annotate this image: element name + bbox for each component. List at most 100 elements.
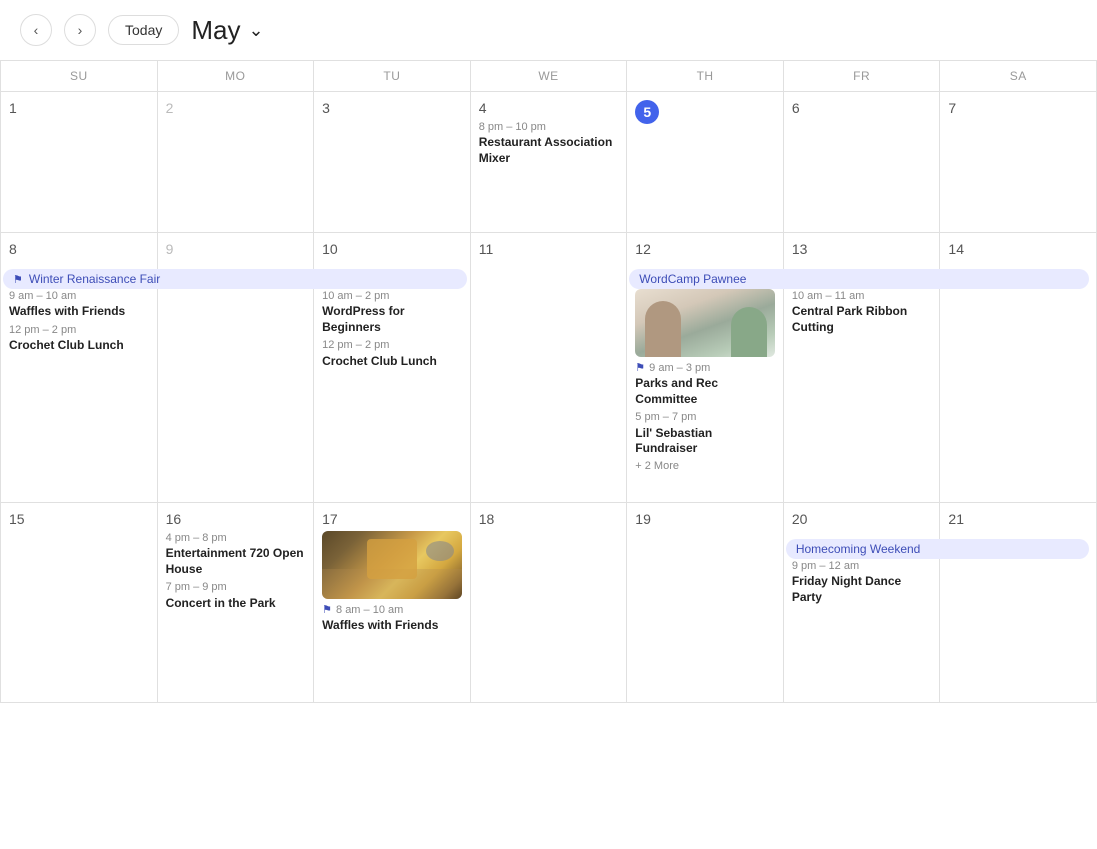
month-chevron: ⌄ [248, 20, 263, 41]
event-time: 7 pm – 9 pm [166, 580, 306, 594]
day-header-su: SU [1, 61, 158, 92]
day-17: 17 ⚑8 am – 10 am Waffles with Friends [314, 503, 471, 702]
month-title[interactable]: May ⌄ [191, 15, 263, 46]
day-number: 16 [166, 511, 306, 527]
day-number: 20 [792, 511, 932, 527]
event-homecoming[interactable]: Homecoming Weekend [786, 539, 1089, 559]
event-title: WordPress for Beginners [322, 304, 462, 335]
day-21: 21 [940, 503, 1097, 702]
more-events-link[interactable]: + 2 More [635, 460, 775, 472]
day-number: 13 [792, 241, 932, 257]
event-time: 10 am – 11 am [792, 289, 932, 303]
event-friday-night[interactable]: 9 pm – 12 am Friday Night Dance Party [792, 559, 932, 605]
event-time: 10 am – 2 pm [322, 289, 462, 303]
event-title: Entertainment 720 Open House [166, 546, 306, 577]
day-3: 3 [314, 92, 471, 232]
event-title: Waffles with Friends [9, 304, 149, 320]
day-number: 12 [635, 241, 775, 257]
day-number: 11 [479, 241, 619, 257]
week-1: 1 2 3 4 8 pm – 10 pm Restaurant Associat… [1, 92, 1097, 233]
day-number: 19 [635, 511, 775, 527]
event-time: 4 pm – 8 pm [166, 531, 306, 545]
day-6: 6 [784, 92, 941, 232]
day-number: 21 [948, 511, 1088, 527]
event-parks[interactable]: ⚑9 am – 3 pm Parks and Rec Committee [635, 361, 775, 407]
event-title: Crochet Club Lunch [9, 338, 149, 354]
day-number: 2 [166, 100, 306, 116]
event-time: ⚑8 am – 10 am [322, 603, 462, 617]
event-time: 8 pm – 10 pm [479, 120, 619, 134]
day-7: 7 [940, 92, 1097, 232]
today-button[interactable]: Today [108, 15, 179, 45]
event-crochet-10[interactable]: 12 pm – 2 pm Crochet Club Lunch [322, 338, 462, 369]
prev-button[interactable]: ‹ [20, 14, 52, 46]
month-label: May [191, 15, 240, 46]
event-time: ⚑9 am – 3 pm [635, 361, 775, 375]
event-photo-people [635, 289, 775, 357]
day-number: 8 [9, 241, 149, 257]
event-sebastian[interactable]: 5 pm – 7 pm Lil' Sebastian Fundraiser [635, 410, 775, 456]
day-header-we: WE [471, 61, 628, 92]
event-wordpress[interactable]: 10 am – 2 pm WordPress for Beginners [322, 289, 462, 335]
event-concert[interactable]: 7 pm – 9 pm Concert in the Park [166, 580, 306, 611]
event-title: Restaurant Association Mixer [479, 135, 619, 166]
event-banner-title: WordCamp Pawnee [639, 272, 746, 286]
event-banner-title: Winter Renaissance Fair [29, 272, 160, 286]
event-winter-renaissance[interactable]: ⚑ Winter Renaissance Fair [3, 269, 467, 289]
next-button[interactable]: › [64, 14, 96, 46]
day-header-fr: FR [784, 61, 941, 92]
day-16: 16 4 pm – 8 pm Entertainment 720 Open Ho… [158, 503, 315, 702]
day-number: 4 [479, 100, 619, 116]
day-number-today: 5 [635, 100, 659, 124]
event-photo-waffle [322, 531, 462, 599]
event-ribbon[interactable]: 10 am – 11 am Central Park Ribbon Cuttin… [792, 289, 932, 335]
event-title: Central Park Ribbon Cutting [792, 304, 932, 335]
event-title: Concert in the Park [166, 596, 306, 612]
day-headers-row: SU MO TU WE TH FR SA [1, 61, 1097, 92]
day-number: 6 [792, 100, 932, 116]
day-15: 15 [1, 503, 158, 702]
day-number: 15 [9, 511, 149, 527]
day-header-sa: SA [940, 61, 1097, 92]
event-wordcamp[interactable]: WordCamp Pawnee [629, 269, 1089, 289]
week-2: 8 9 am – 10 am Waffles with Friends 12 p… [1, 233, 1097, 503]
event-time: 5 pm – 7 pm [635, 410, 775, 424]
event-banner-title: Homecoming Weekend [796, 542, 921, 556]
event-time: 12 pm – 2 pm [322, 338, 462, 352]
day-number: 7 [948, 100, 1088, 116]
event-title: Lil' Sebastian Fundraiser [635, 426, 775, 457]
day-19: 19 [627, 503, 784, 702]
event-entertainment[interactable]: 4 pm – 8 pm Entertainment 720 Open House [166, 531, 306, 577]
day-18: 18 [471, 503, 628, 702]
event-title: Crochet Club Lunch [322, 354, 462, 370]
event-time: 12 pm – 2 pm [9, 323, 149, 337]
day-20: 20 9 pm – 12 am Friday Night Dance Party [784, 503, 941, 702]
event-waffles[interactable]: 9 am – 10 am Waffles with Friends [9, 289, 149, 320]
day-number: 14 [948, 241, 1088, 257]
calendar-header: ‹ › Today May ⌄ [0, 0, 1097, 60]
day-2: 2 [158, 92, 315, 232]
event-time: 9 pm – 12 am [792, 559, 932, 573]
day-number: 3 [322, 100, 462, 116]
event-title: Friday Night Dance Party [792, 574, 932, 605]
day-header-mo: MO [158, 61, 315, 92]
event-title: Waffles with Friends [322, 618, 462, 634]
day-number: 1 [9, 100, 149, 116]
week-3: 15 16 4 pm – 8 pm Entertainment 720 Open… [1, 503, 1097, 703]
calendar-grid: SU MO TU WE TH FR SA 1 2 3 4 8 pm – 10 p… [0, 60, 1097, 703]
day-header-tu: TU [314, 61, 471, 92]
day-11: 11 [471, 233, 628, 502]
event-time: 9 am – 10 am [9, 289, 149, 303]
day-1: 1 [1, 92, 158, 232]
day-number: 10 [322, 241, 462, 257]
event-crochet-8[interactable]: 12 pm – 2 pm Crochet Club Lunch [9, 323, 149, 354]
day-number: 17 [322, 511, 462, 527]
day-5: 5 [627, 92, 784, 232]
day-number: 18 [479, 511, 619, 527]
day-4: 4 8 pm – 10 pm Restaurant Association Mi… [471, 92, 628, 232]
bookmark-icon: ⚑ [13, 273, 23, 286]
event-restaurant[interactable]: 8 pm – 10 pm Restaurant Association Mixe… [479, 120, 619, 166]
event-waffles-17[interactable]: ⚑8 am – 10 am Waffles with Friends [322, 603, 462, 634]
event-title: Parks and Rec Committee [635, 376, 775, 407]
day-header-th: TH [627, 61, 784, 92]
